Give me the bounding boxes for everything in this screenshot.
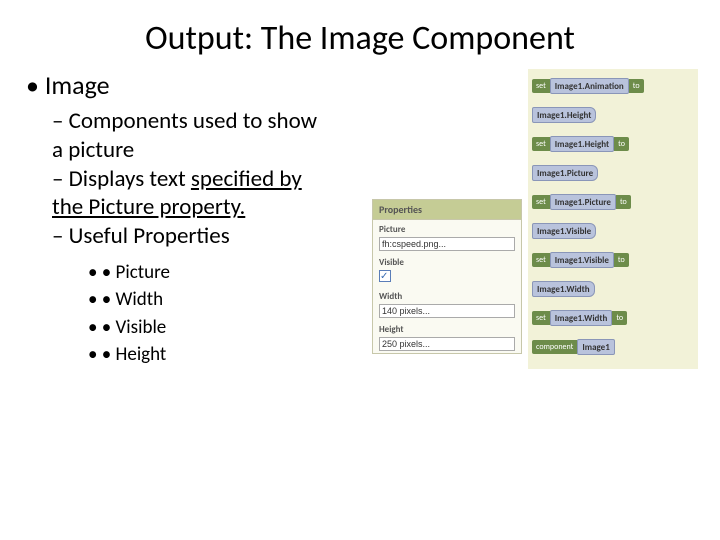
blocks-palette: set Image1.Animation to Image1.Height se… [528,69,698,369]
list-item: • Height [88,341,372,369]
height-input[interactable] [379,337,515,351]
sub-bullet-2: Displays text specified by the Picture p… [18,165,318,223]
width-input[interactable] [379,304,515,318]
prop-picture: Picture [373,220,521,253]
list-item: • Width [88,286,372,314]
text-column: Image Components used to show a picture … [18,69,372,369]
slide-title: Output: The Image Component [0,0,720,69]
properties-panel-wrapper: Properties Picture Visible Width Height [372,69,522,369]
block-set-width[interactable]: set Image1.Width to [532,307,694,329]
content-area: Image Components used to show a picture … [0,69,720,369]
sub-bullet-3: Useful Properties [18,222,318,251]
list-item: • Picture [88,259,372,287]
block-set-height[interactable]: set Image1.Height to [532,133,694,155]
block-set-picture[interactable]: set Image1.Picture to [532,191,694,213]
properties-header: Properties [373,200,521,220]
block-get-height[interactable]: Image1.Height [532,104,694,126]
visible-checkbox[interactable] [379,270,391,282]
block-get-visible[interactable]: Image1.Visible [532,220,694,242]
prop-width: Width [373,287,521,320]
bullet-level-1: Image [18,69,372,101]
block-get-picture[interactable]: Image1.Picture [532,162,694,184]
sub-bullet-1: Components used to show a picture [18,107,318,165]
block-set-animation[interactable]: set Image1.Animation to [532,75,694,97]
prop-height: Height [373,320,521,353]
block-set-visible[interactable]: set Image1.Visible to [532,249,694,271]
block-component[interactable]: component Image1 [532,336,694,358]
properties-panel: Properties Picture Visible Width Height [372,199,522,354]
block-get-width[interactable]: Image1.Width [532,278,694,300]
list-item: • Visible [88,314,372,342]
properties-list: • Picture • Width • Visible • Height [18,251,372,369]
picture-input[interactable] [379,237,515,251]
screenshots-column: Properties Picture Visible Width Height [372,69,702,369]
prop-visible: Visible [373,253,521,287]
